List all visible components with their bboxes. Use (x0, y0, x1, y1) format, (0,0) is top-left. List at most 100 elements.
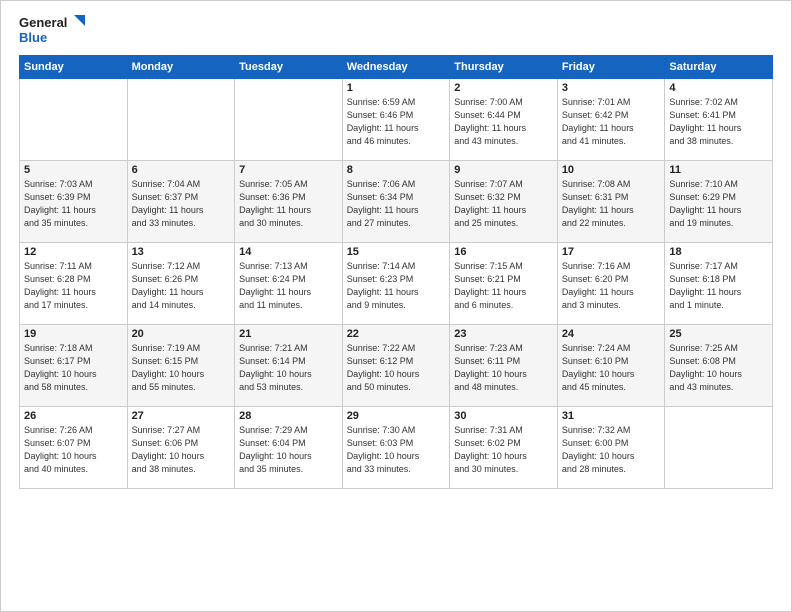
day-info: Sunrise: 7:17 AM Sunset: 6:18 PM Dayligh… (669, 260, 768, 312)
day-info: Sunrise: 7:11 AM Sunset: 6:28 PM Dayligh… (24, 260, 123, 312)
day-cell: 31 Sunrise: 7:32 AM Sunset: 6:00 PM Dayli… (557, 407, 665, 489)
day-info: Sunrise: 7:10 AM Sunset: 6:29 PM Dayligh… (669, 178, 768, 230)
day-info: Sunrise: 7:07 AM Sunset: 6:32 PM Dayligh… (454, 178, 553, 230)
day-number: 15 (347, 246, 446, 258)
day-number: 13 (132, 246, 231, 258)
day-cell: 1 Sunrise: 6:59 AM Sunset: 6:46 PM Daylig… (342, 79, 450, 161)
day-info: Sunrise: 7:19 AM Sunset: 6:15 PM Dayligh… (132, 342, 231, 394)
day-cell: 13 Sunrise: 7:12 AM Sunset: 6:26 PM Dayli… (127, 243, 235, 325)
day-cell: 27Sunrise: 7:27 AM Sunset: 6:06 PM Dayli… (127, 407, 235, 489)
day-number: 19 (24, 328, 123, 340)
day-cell: 25 Sunrise: 7:25 AM Sunset: 6:08 PM Dayli… (665, 325, 773, 407)
day-number: 12 (24, 246, 123, 258)
day-cell (665, 407, 773, 489)
day-number: 10 (562, 164, 661, 176)
calendar-header-row: SundayMondayTuesdayWednesdayThursdayFrid… (20, 56, 773, 79)
day-info: Sunrise: 7:18 AM Sunset: 6:17 PM Dayligh… (24, 342, 123, 394)
day-cell: 4 Sunrise: 7:02 AM Sunset: 6:41 PM Daylig… (665, 79, 773, 161)
day-info: Sunrise: 7:05 AM Sunset: 6:36 PM Dayligh… (239, 178, 338, 230)
day-info: Sunrise: 7:32 AM Sunset: 6:00 PM Dayligh… (562, 424, 661, 476)
week-row-3: 12 Sunrise: 7:11 AM Sunset: 6:28 PM Dayli… (20, 243, 773, 325)
logo: General Blue (19, 11, 89, 49)
day-number: 1 (347, 82, 446, 94)
day-info: Sunrise: 7:14 AM Sunset: 6:23 PM Dayligh… (347, 260, 446, 312)
day-info: Sunrise: 7:12 AM Sunset: 6:26 PM Dayligh… (132, 260, 231, 312)
day-cell: 9 Sunrise: 7:07 AM Sunset: 6:32 PM Daylig… (450, 161, 558, 243)
day-cell: 15 Sunrise: 7:14 AM Sunset: 6:23 PM Dayli… (342, 243, 450, 325)
svg-text:Blue: Blue (19, 30, 47, 45)
day-number: 23 (454, 328, 553, 340)
day-info: Sunrise: 7:08 AM Sunset: 6:31 PM Dayligh… (562, 178, 661, 230)
day-number: 14 (239, 246, 338, 258)
day-cell: 24 Sunrise: 7:24 AM Sunset: 6:10 PM Dayli… (557, 325, 665, 407)
day-info: Sunrise: 7:27 AM Sunset: 6:06 PM Dayligh… (132, 424, 231, 476)
day-number: 26 (24, 410, 123, 422)
day-cell: 16 Sunrise: 7:15 AM Sunset: 6:21 PM Dayli… (450, 243, 558, 325)
header-cell-tuesday: Tuesday (235, 56, 343, 79)
day-info: Sunrise: 7:30 AM Sunset: 6:03 PM Dayligh… (347, 424, 446, 476)
header-cell-thursday: Thursday (450, 56, 558, 79)
day-number: 25 (669, 328, 768, 340)
day-info: Sunrise: 7:24 AM Sunset: 6:10 PM Dayligh… (562, 342, 661, 394)
day-number: 29 (347, 410, 446, 422)
day-cell: 22 Sunrise: 7:22 AM Sunset: 6:12 PM Dayli… (342, 325, 450, 407)
header-cell-friday: Friday (557, 56, 665, 79)
header-cell-sunday: Sunday (20, 56, 128, 79)
day-info: Sunrise: 7:04 AM Sunset: 6:37 PM Dayligh… (132, 178, 231, 230)
day-info: Sunrise: 7:06 AM Sunset: 6:34 PM Dayligh… (347, 178, 446, 230)
day-cell: 23 Sunrise: 7:23 AM Sunset: 6:11 PM Dayli… (450, 325, 558, 407)
day-cell: 2Sunrise: 7:00 AM Sunset: 6:44 PM Daylig… (450, 79, 558, 161)
day-number: 2 (454, 82, 553, 94)
day-number: 30 (454, 410, 553, 422)
day-number: 3 (562, 82, 661, 94)
day-number: 22 (347, 328, 446, 340)
day-info: Sunrise: 7:13 AM Sunset: 6:24 PM Dayligh… (239, 260, 338, 312)
day-number: 31 (562, 410, 661, 422)
day-cell: 18 Sunrise: 7:17 AM Sunset: 6:18 PM Dayli… (665, 243, 773, 325)
day-cell: 10 Sunrise: 7:08 AM Sunset: 6:31 PM Dayli… (557, 161, 665, 243)
day-cell: 6 Sunrise: 7:04 AM Sunset: 6:37 PM Daylig… (127, 161, 235, 243)
day-number: 4 (669, 82, 768, 94)
day-cell (235, 79, 343, 161)
day-cell: 11 Sunrise: 7:10 AM Sunset: 6:29 PM Dayli… (665, 161, 773, 243)
day-number: 16 (454, 246, 553, 258)
calendar-page: General Blue SundayMondayTuesdayWednesda… (0, 0, 792, 612)
day-info: Sunrise: 7:22 AM Sunset: 6:12 PM Dayligh… (347, 342, 446, 394)
day-info: Sunrise: 7:01 AM Sunset: 6:42 PM Dayligh… (562, 96, 661, 148)
day-cell: 8Sunrise: 7:06 AM Sunset: 6:34 PM Daylig… (342, 161, 450, 243)
day-info: Sunrise: 7:16 AM Sunset: 6:20 PM Dayligh… (562, 260, 661, 312)
header-cell-monday: Monday (127, 56, 235, 79)
day-number: 9 (454, 164, 553, 176)
day-info: Sunrise: 7:31 AM Sunset: 6:02 PM Dayligh… (454, 424, 553, 476)
day-number: 21 (239, 328, 338, 340)
day-info: Sunrise: 7:26 AM Sunset: 6:07 PM Dayligh… (24, 424, 123, 476)
day-info: Sunrise: 6:59 AM Sunset: 6:46 PM Dayligh… (347, 96, 446, 148)
day-number: 20 (132, 328, 231, 340)
day-number: 24 (562, 328, 661, 340)
day-cell: 30 Sunrise: 7:31 AM Sunset: 6:02 PM Dayli… (450, 407, 558, 489)
day-number: 17 (562, 246, 661, 258)
day-cell: 17 Sunrise: 7:16 AM Sunset: 6:20 PM Dayli… (557, 243, 665, 325)
day-cell (20, 79, 128, 161)
day-number: 11 (669, 164, 768, 176)
week-row-4: 19 Sunrise: 7:18 AM Sunset: 6:17 PM Dayli… (20, 325, 773, 407)
day-cell: 20 Sunrise: 7:19 AM Sunset: 6:15 PM Dayli… (127, 325, 235, 407)
day-cell: 14 Sunrise: 7:13 AM Sunset: 6:24 PM Dayli… (235, 243, 343, 325)
day-cell: 7 Sunrise: 7:05 AM Sunset: 6:36 PM Daylig… (235, 161, 343, 243)
day-cell: 19 Sunrise: 7:18 AM Sunset: 6:17 PM Dayli… (20, 325, 128, 407)
day-info: Sunrise: 7:15 AM Sunset: 6:21 PM Dayligh… (454, 260, 553, 312)
day-number: 7 (239, 164, 338, 176)
day-info: Sunrise: 7:02 AM Sunset: 6:41 PM Dayligh… (669, 96, 768, 148)
header-cell-saturday: Saturday (665, 56, 773, 79)
day-info: Sunrise: 7:23 AM Sunset: 6:11 PM Dayligh… (454, 342, 553, 394)
header-cell-wednesday: Wednesday (342, 56, 450, 79)
day-info: Sunrise: 7:21 AM Sunset: 6:14 PM Dayligh… (239, 342, 338, 394)
day-cell: 26 Sunrise: 7:26 AM Sunset: 6:07 PM Dayli… (20, 407, 128, 489)
day-number: 6 (132, 164, 231, 176)
svg-text:General: General (19, 15, 67, 30)
day-number: 18 (669, 246, 768, 258)
calendar-body: 1 Sunrise: 6:59 AM Sunset: 6:46 PM Daylig… (20, 79, 773, 489)
day-cell: 12 Sunrise: 7:11 AM Sunset: 6:28 PM Dayli… (20, 243, 128, 325)
week-row-2: 5Sunrise: 7:03 AM Sunset: 6:39 PM Daylig… (20, 161, 773, 243)
day-info: Sunrise: 7:25 AM Sunset: 6:08 PM Dayligh… (669, 342, 768, 394)
